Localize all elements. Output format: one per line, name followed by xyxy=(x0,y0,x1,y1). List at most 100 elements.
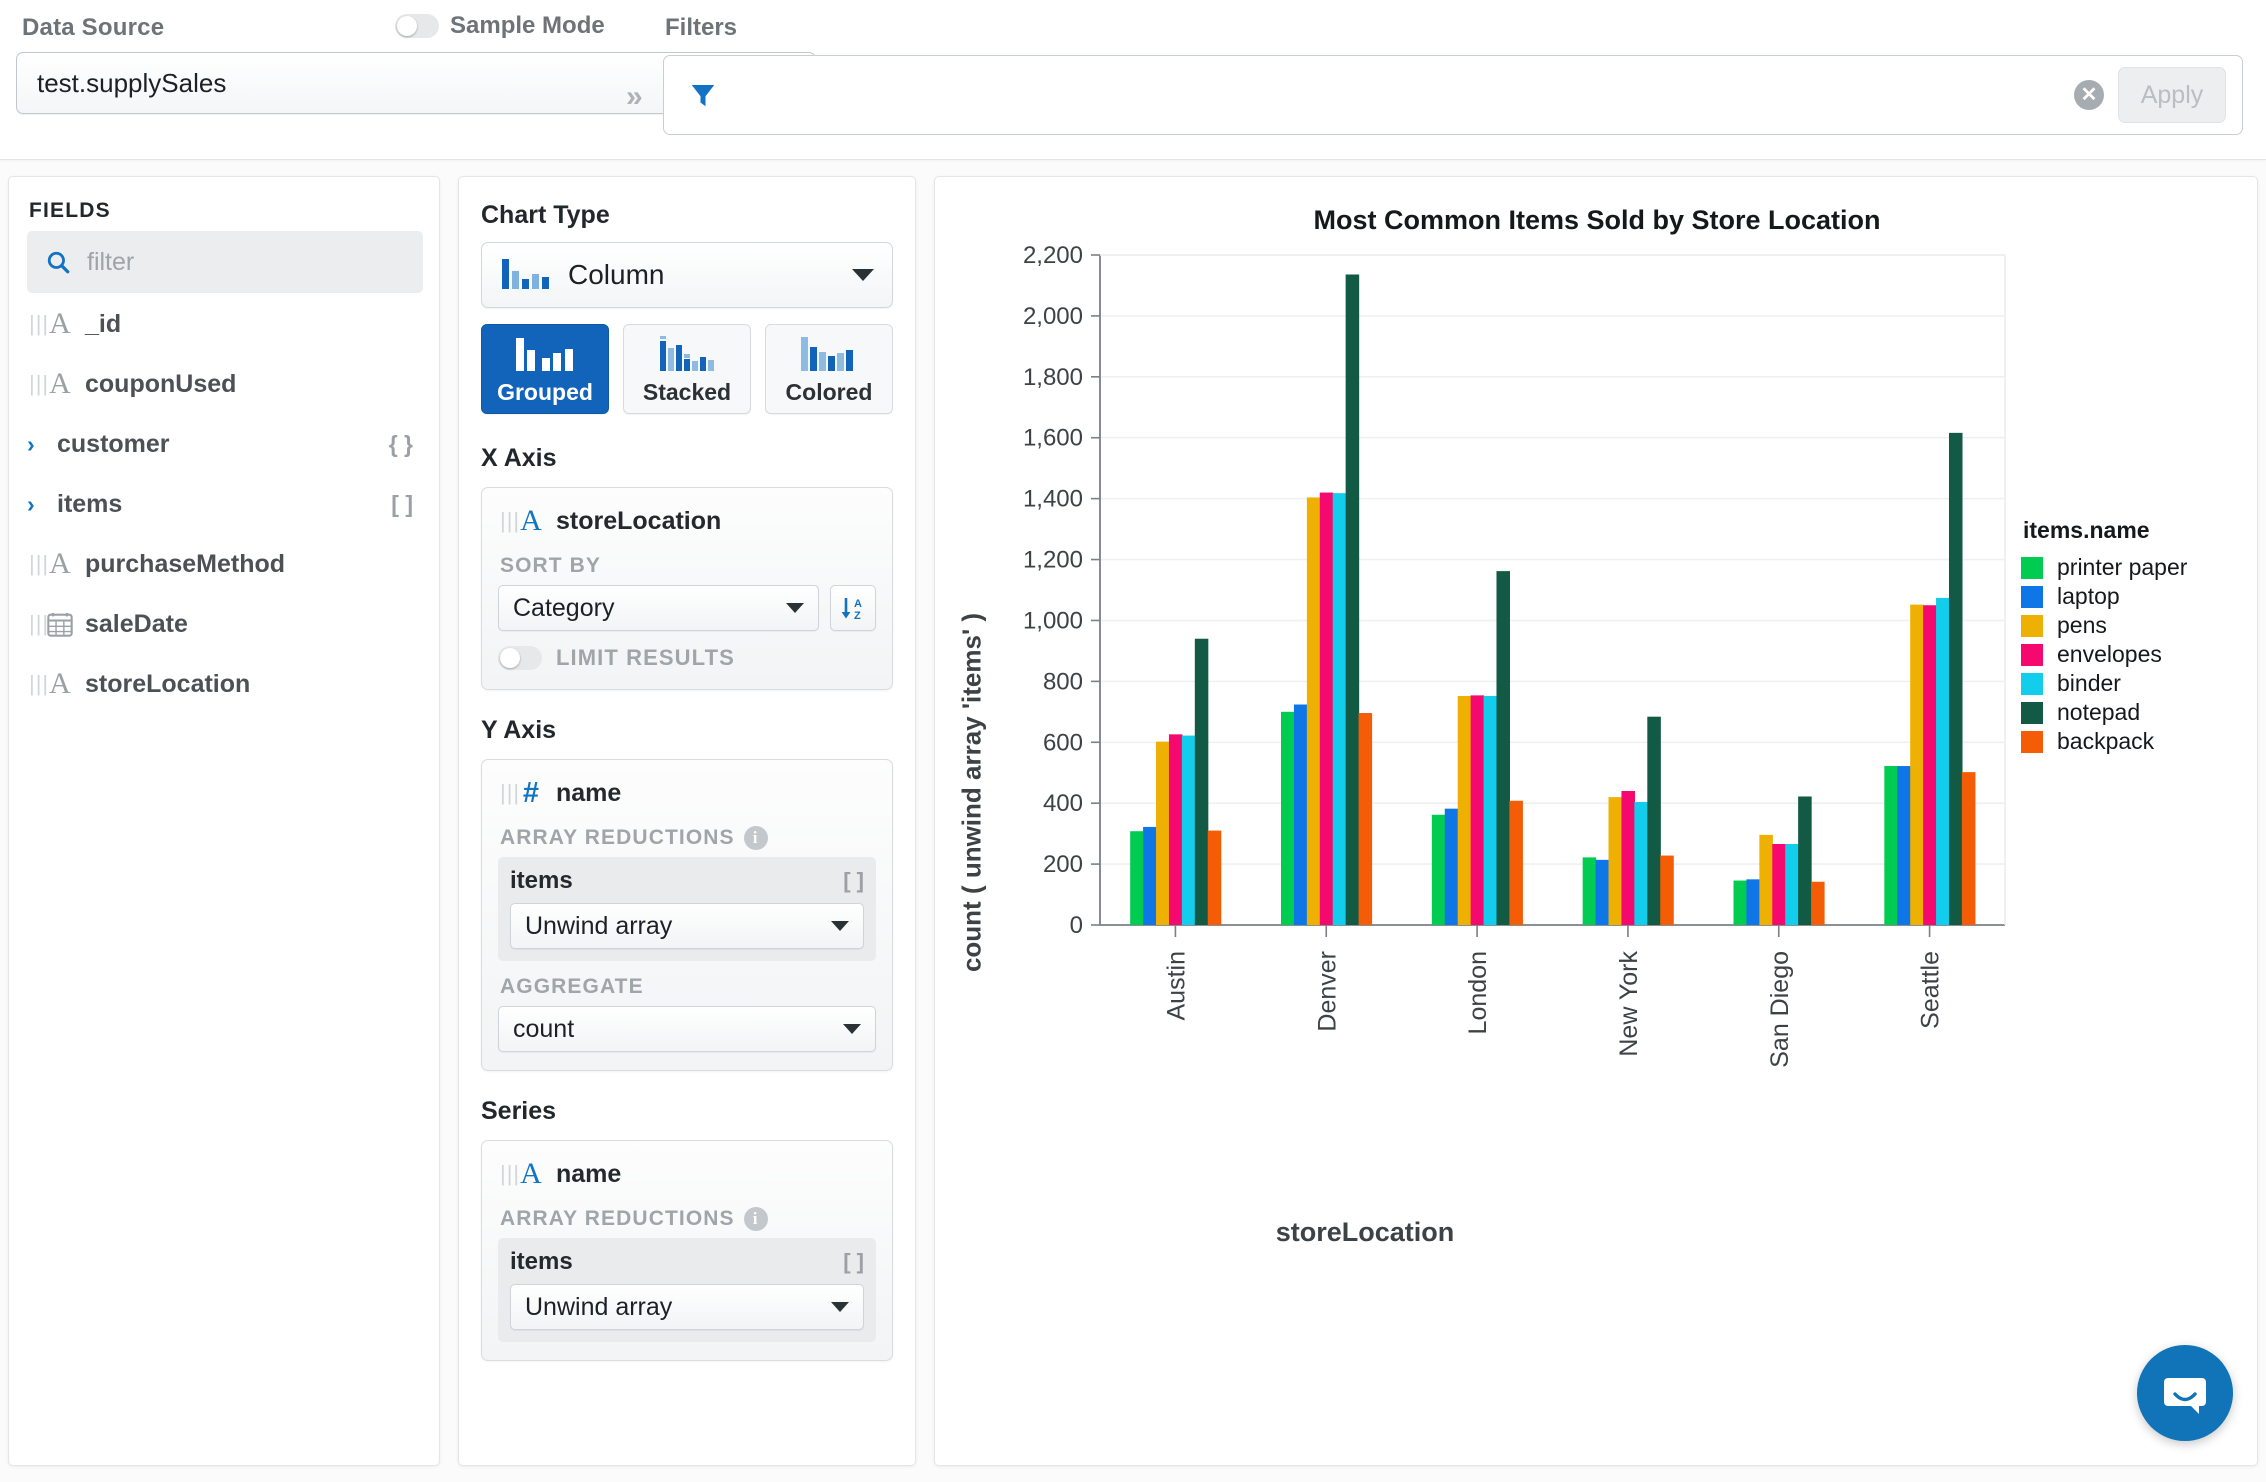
chart-type-select[interactable]: Column xyxy=(481,242,893,308)
chevron-right-icon[interactable]: › xyxy=(27,491,53,518)
field-item-couponused[interactable]: ||| A couponUsed xyxy=(27,363,423,405)
field-item-saledate[interactable]: ||| saleDate xyxy=(27,603,423,645)
bar[interactable] xyxy=(1207,830,1222,925)
bar[interactable] xyxy=(1281,711,1295,925)
drag-grip-icon[interactable]: ||| xyxy=(29,313,48,335)
bar[interactable] xyxy=(1332,493,1347,925)
bar[interactable] xyxy=(1143,826,1157,925)
x-axis-field[interactable]: ||| A storeLocation xyxy=(498,502,876,540)
bar[interactable] xyxy=(1936,597,1950,925)
sample-mode-toggle[interactable] xyxy=(395,14,439,38)
bar[interactable] xyxy=(1772,843,1786,925)
bar[interactable] xyxy=(1595,859,1610,925)
fields-filter-box[interactable] xyxy=(27,231,423,293)
aggregate-select[interactable]: count xyxy=(498,1006,876,1052)
bar[interactable] xyxy=(1293,704,1308,925)
bar[interactable] xyxy=(1156,741,1170,925)
bar[interactable] xyxy=(1358,713,1373,925)
chevron-right-icon[interactable]: › xyxy=(27,431,53,458)
bar[interactable] xyxy=(1582,857,1597,925)
drag-grip-icon[interactable]: ||| xyxy=(29,673,48,695)
sort-by-select[interactable]: Category xyxy=(498,585,819,631)
bar[interactable] xyxy=(1746,879,1760,925)
bar[interactable] xyxy=(1897,766,1911,925)
y-axis-field[interactable]: ||| # name xyxy=(498,774,876,812)
drag-grip-icon[interactable]: ||| xyxy=(29,613,48,635)
bar[interactable] xyxy=(1647,716,1661,925)
legend-item[interactable]: notepad xyxy=(2021,698,2251,727)
field-item-purchasemethod[interactable]: ||| A purchaseMethod xyxy=(27,543,423,585)
bar[interactable] xyxy=(1948,432,1963,925)
apply-button[interactable]: Apply xyxy=(2118,67,2226,123)
fields-filter-input[interactable] xyxy=(85,246,385,278)
field-item-customer[interactable]: › customer { } xyxy=(27,423,423,465)
bar[interactable] xyxy=(1634,801,1648,925)
drag-grip-icon[interactable]: ||| xyxy=(29,373,48,395)
sort-direction-button[interactable]: A Z xyxy=(830,585,876,631)
legend-item[interactable]: envelopes xyxy=(2021,640,2251,669)
sample-mode-label: Sample Mode xyxy=(450,12,605,39)
field-item-items[interactable]: › items [ ] xyxy=(27,483,423,525)
legend-item[interactable]: printer paper xyxy=(2021,553,2251,582)
info-icon[interactable]: i xyxy=(743,1207,768,1231)
bar[interactable] xyxy=(1660,855,1674,925)
limit-results-toggle[interactable] xyxy=(498,646,542,670)
legend-item[interactable]: binder xyxy=(2021,669,2251,698)
bar[interactable] xyxy=(1798,796,1812,925)
bar[interactable] xyxy=(1811,881,1825,925)
bar[interactable] xyxy=(1483,695,1498,925)
drag-grip-icon[interactable]: ||| xyxy=(500,1163,519,1185)
filters-input-box[interactable]: ✕ Apply xyxy=(663,55,2243,135)
series-reduction-select[interactable]: Unwind array xyxy=(510,1284,864,1330)
bar[interactable] xyxy=(1168,734,1183,925)
bar[interactable] xyxy=(1496,571,1511,925)
chat-launcher-button[interactable] xyxy=(2137,1345,2233,1441)
bar[interactable] xyxy=(1431,814,1446,925)
bar[interactable] xyxy=(1910,604,1924,925)
bar[interactable] xyxy=(1733,880,1748,925)
bar[interactable] xyxy=(1444,808,1459,925)
bar[interactable] xyxy=(1306,497,1321,925)
string-type-icon: A xyxy=(49,547,71,580)
y-axis-shelf[interactable]: ||| # name ARRAY REDUCTIONS i items [ ] … xyxy=(481,759,893,1071)
bar[interactable] xyxy=(1759,834,1773,925)
drag-grip-icon[interactable]: ||| xyxy=(500,510,519,532)
drag-grip-icon[interactable]: ||| xyxy=(29,553,48,575)
y-axis-field-label: name xyxy=(556,778,622,807)
field-label: storeLocation xyxy=(85,669,251,698)
y-axis-tick-label: 1,200 xyxy=(1023,547,1083,574)
collapse-chevron-icon[interactable]: » xyxy=(626,80,643,114)
bar[interactable] xyxy=(1509,800,1523,925)
series-field[interactable]: ||| A name xyxy=(498,1155,876,1193)
chart-variant-colored[interactable]: Colored xyxy=(765,324,893,414)
field-item-storelocation[interactable]: ||| A storeLocation xyxy=(27,663,423,705)
bar[interactable] xyxy=(1608,797,1623,925)
field-item-_id[interactable]: ||| A _id xyxy=(27,303,423,345)
x-axis-tick-label: Denver xyxy=(1313,951,1341,1032)
legend-item[interactable]: laptop xyxy=(2021,582,2251,611)
bar[interactable] xyxy=(1181,735,1196,925)
series-shelf[interactable]: ||| A name ARRAY REDUCTIONS i items [ ] … xyxy=(481,1140,893,1361)
bar[interactable] xyxy=(1194,638,1209,925)
bar[interactable] xyxy=(1345,274,1360,925)
legend-item[interactable]: backpack xyxy=(2021,727,2251,756)
chart-variant-grouped[interactable]: Grouped xyxy=(481,324,609,414)
limit-results-control[interactable]: LIMIT RESULTS xyxy=(498,645,876,671)
bar[interactable] xyxy=(1621,791,1635,925)
legend-item[interactable]: pens xyxy=(2021,611,2251,640)
bar[interactable] xyxy=(1470,695,1485,925)
info-icon[interactable]: i xyxy=(743,826,768,850)
x-axis-shelf[interactable]: ||| A storeLocation SORT BY Category A Z… xyxy=(481,487,893,690)
bar[interactable] xyxy=(1785,843,1799,925)
bar[interactable] xyxy=(1457,695,1472,925)
bar[interactable] xyxy=(1961,772,1976,925)
sample-mode-control[interactable]: Sample Mode xyxy=(395,12,605,40)
chart-variant-stacked[interactable]: Stacked xyxy=(623,324,751,414)
bar[interactable] xyxy=(1130,831,1144,925)
bar[interactable] xyxy=(1319,492,1334,925)
drag-grip-icon[interactable]: ||| xyxy=(500,782,519,804)
clear-filters-icon[interactable]: ✕ xyxy=(2074,80,2104,110)
y-reduction-select[interactable]: Unwind array xyxy=(510,903,864,949)
bar[interactable] xyxy=(1884,766,1898,925)
bar[interactable] xyxy=(1923,605,1937,925)
